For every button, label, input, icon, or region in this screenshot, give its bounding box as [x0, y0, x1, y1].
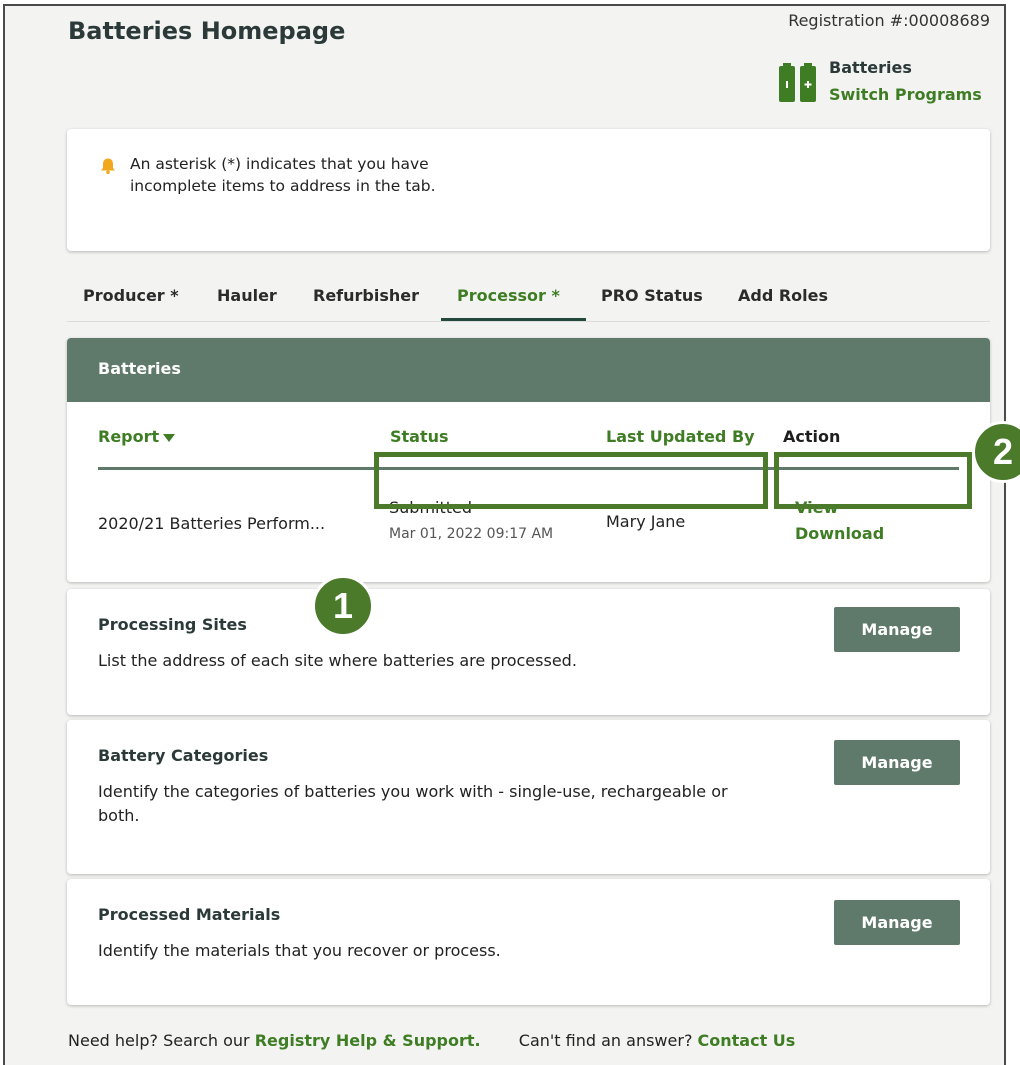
registration-number: Registration #:00008689	[788, 11, 990, 30]
processing-sites-section: Processing Sites List the address of eac…	[67, 589, 990, 715]
sort-down-icon	[163, 433, 176, 442]
tab-add-roles[interactable]: Add Roles	[738, 286, 828, 305]
tab-producer[interactable]: Producer *	[83, 286, 179, 305]
report-name: 2020/21 Batteries Perform...	[98, 514, 326, 533]
action-highlight-box	[774, 452, 972, 509]
processing-sites-description: List the address of each site where batt…	[98, 651, 577, 670]
active-tab-indicator	[441, 318, 586, 321]
battery-categories-section: Battery Categories Identify the categori…	[67, 720, 990, 874]
tab-pro-status[interactable]: PRO Status	[601, 286, 703, 305]
page-title: Batteries Homepage	[68, 17, 346, 45]
role-tabs: Producer * Hauler Refurbisher Processor …	[67, 286, 990, 322]
switch-programs-link[interactable]: Switch Programs	[829, 85, 982, 104]
report-header-label: Report	[98, 427, 160, 446]
contact-us-link[interactable]: Contact Us	[698, 1031, 796, 1050]
manage-battery-categories-button[interactable]: Manage	[834, 740, 960, 785]
download-report-link[interactable]: Download	[795, 524, 884, 543]
processed-materials-description: Identify the materials that you recover …	[98, 941, 501, 960]
program-switcher: Batteries Switch Programs	[776, 56, 996, 108]
updated-by-value: Mary Jane	[606, 512, 686, 531]
registry-help-link[interactable]: Registry Help & Support.	[255, 1031, 481, 1050]
help-text: Need help? Search our	[68, 1031, 250, 1050]
manage-processing-sites-button[interactable]: Manage	[834, 607, 960, 652]
manage-processed-materials-button[interactable]: Manage	[834, 900, 960, 945]
status-highlight-box	[374, 452, 768, 509]
tab-processor[interactable]: Processor *	[457, 286, 560, 305]
batteries-card-header: Batteries	[67, 338, 990, 402]
contact-text: Can't find an answer?	[518, 1031, 693, 1050]
report-column-header[interactable]: Report	[98, 427, 176, 446]
tab-hauler[interactable]: Hauler	[217, 286, 277, 305]
status-date: Mar 01, 2022 09:17 AM	[389, 526, 554, 542]
last-updated-by-column-header: Last Updated By	[606, 427, 755, 446]
status-column-header: Status	[390, 427, 449, 446]
tab-refurbisher[interactable]: Refurbisher	[313, 286, 419, 305]
processed-materials-title: Processed Materials	[98, 905, 281, 924]
action-column-header: Action	[783, 427, 841, 446]
help-footer: Need help? Search our Registry Help & Su…	[68, 1031, 795, 1050]
bell-icon	[101, 158, 115, 175]
battery-categories-title: Battery Categories	[98, 746, 269, 765]
step-marker-1: 1	[312, 575, 374, 637]
batteries-icon	[779, 63, 816, 102]
battery-categories-description: Identify the categories of batteries you…	[98, 782, 728, 825]
program-name: Batteries	[829, 58, 912, 77]
processed-materials-section: Processed Materials Identify the materia…	[67, 879, 990, 1005]
incomplete-items-notice: An asterisk (*) indicates that you have …	[67, 129, 990, 251]
notice-text: An asterisk (*) indicates that you have …	[130, 155, 436, 195]
processing-sites-title: Processing Sites	[98, 615, 247, 634]
